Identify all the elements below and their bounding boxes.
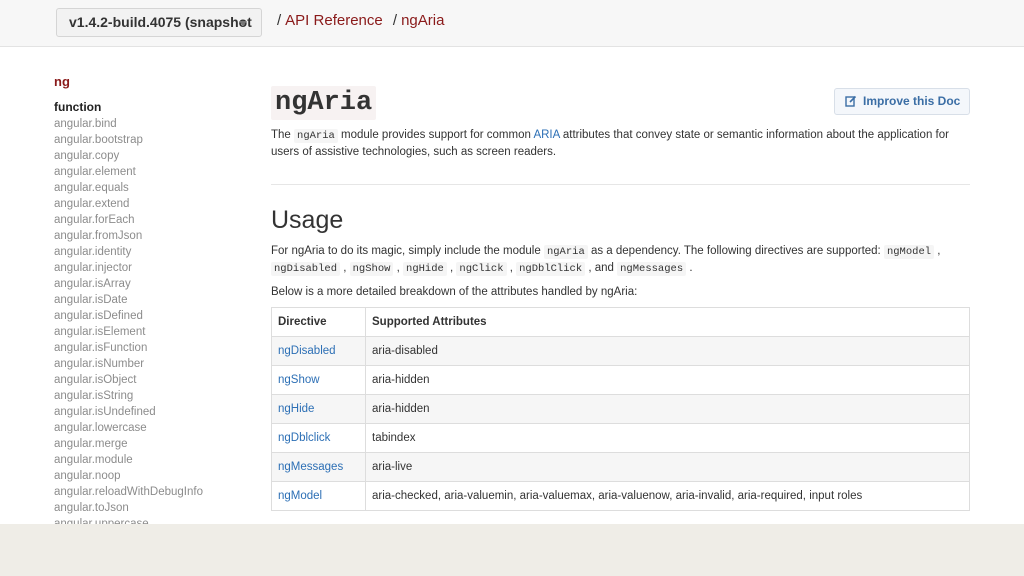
sidebar-item[interactable]: angular.toJson <box>54 500 244 516</box>
sidebar-item[interactable]: angular.reloadWithDebugInfo <box>54 484 244 500</box>
sidebar-item[interactable]: angular.lowercase <box>54 420 244 436</box>
chevron-down-icon <box>239 21 247 26</box>
browser-viewport: v1.4.2-build.4075 (snapshot / API Referen… <box>0 0 1024 524</box>
table-row: ngModel aria-checked, aria-valuemin, aria… <box>271 481 970 511</box>
table-header-row: Directive Supported Attributes <box>271 307 970 337</box>
sidebar-item[interactable]: angular.module <box>54 452 244 468</box>
sidebar-item[interactable]: angular.isNumber <box>54 356 244 372</box>
sidebar-item[interactable]: angular.bind <box>54 116 244 132</box>
supported-attributes-cell: aria-hidden <box>365 365 970 395</box>
directive-link[interactable]: ngMessages <box>271 452 366 482</box>
code-ngmessages: ngMessages <box>617 262 687 276</box>
sidebar-item[interactable]: angular.equals <box>54 180 244 196</box>
api-sidebar: ng function angular.bind angular.bootstra… <box>54 72 244 524</box>
text: . <box>686 262 693 274</box>
text: For ngAria to do its magic, simply inclu… <box>271 245 544 257</box>
sidebar-item-list: angular.bind angular.bootstrap angular.cop… <box>54 116 244 524</box>
text: , <box>393 262 404 274</box>
sidebar-item[interactable]: angular.extend <box>54 196 244 212</box>
sidebar-item[interactable]: angular.noop <box>54 468 244 484</box>
table-row: ngDisabled aria-disabled <box>271 336 970 366</box>
table-row: ngHide aria-hidden <box>271 394 970 424</box>
sidebar-item[interactable]: angular.fromJson <box>54 228 244 244</box>
improve-doc-label: Improve this Doc <box>863 94 961 108</box>
code-ngdblclick: ngDblClick <box>516 262 586 276</box>
version-label: v1.4.2-build.4075 (snapshot <box>69 14 252 30</box>
breadcrumb: / API Reference / ngAria <box>277 12 444 29</box>
column-header-attributes: Supported Attributes <box>365 307 970 337</box>
sidebar-item[interactable]: angular.isDefined <box>54 308 244 324</box>
sidebar-item[interactable]: angular.uppercase <box>54 516 244 524</box>
usage-heading: Usage <box>271 206 344 234</box>
main-content: ngAria Improve this Doc The ngAria modul… <box>271 86 970 511</box>
sidebar-item[interactable]: angular.copy <box>54 148 244 164</box>
section-divider <box>271 184 970 185</box>
directive-link[interactable]: ngHide <box>271 394 366 424</box>
supported-attributes-cell: aria-checked, aria-valuemin, aria-valuem… <box>365 481 970 511</box>
sidebar-item[interactable]: angular.element <box>54 164 244 180</box>
breadcrumb-separator: / <box>277 12 282 29</box>
table-row: ngDblclick tabindex <box>271 423 970 453</box>
sidebar-item[interactable]: angular.isDate <box>54 292 244 308</box>
sidebar-item[interactable]: angular.isUndefined <box>54 404 244 420</box>
directive-link[interactable]: ngShow <box>271 365 366 395</box>
edit-icon <box>845 95 857 107</box>
supported-attributes-cell: aria-disabled <box>365 336 970 366</box>
directive-attributes-table: Directive Supported Attributes ngDisable… <box>271 307 970 511</box>
version-select[interactable]: v1.4.2-build.4075 (snapshot <box>56 8 262 37</box>
intro-paragraph: The ngAria module provides support for c… <box>271 127 970 160</box>
supported-attributes-cell: aria-hidden <box>365 394 970 424</box>
directive-link[interactable]: ngDblclick <box>271 423 366 453</box>
code-ngshow: ngShow <box>349 262 394 276</box>
sidebar-item[interactable]: angular.isObject <box>54 372 244 388</box>
top-navbar: v1.4.2-build.4075 (snapshot / API Referen… <box>0 0 1024 47</box>
code-ngdisabled: ngDisabled <box>271 262 341 276</box>
supported-attributes-cell: aria-live <box>365 452 970 482</box>
code-ngclick: ngClick <box>456 262 507 276</box>
table-body: ngDisabled aria-disabled ngShow aria-hidden… <box>271 336 970 511</box>
breadcrumb-separator: / <box>392 12 398 29</box>
text: as a dependency. The following directive… <box>587 245 884 257</box>
text: , <box>340 262 350 274</box>
breadcrumb-ngaria[interactable]: ngAria <box>401 12 444 29</box>
sidebar-item[interactable]: angular.isFunction <box>54 340 244 356</box>
text: The <box>271 129 295 141</box>
breakdown-paragraph: Below is a more detailed breakdown of th… <box>271 286 638 298</box>
text: , and <box>585 262 618 274</box>
table-row: ngMessages aria-live <box>271 452 970 482</box>
sidebar-item[interactable]: angular.forEach <box>54 212 244 228</box>
sidebar-item[interactable]: angular.bootstrap <box>54 132 244 148</box>
sidebar-item[interactable]: angular.merge <box>54 436 244 452</box>
breadcrumb-api-reference[interactable]: API Reference <box>285 12 383 29</box>
text: , <box>506 262 517 274</box>
page-title: ngAria <box>271 86 377 120</box>
column-header-directive: Directive <box>271 307 366 337</box>
usage-paragraph: For ngAria to do its magic, simply inclu… <box>271 243 970 277</box>
table-row: ngShow aria-hidden <box>271 365 970 395</box>
sidebar-item[interactable]: angular.injector <box>54 260 244 276</box>
sidebar-item[interactable]: angular.isElement <box>54 324 244 340</box>
text: , <box>934 245 941 257</box>
directive-link[interactable]: ngModel <box>271 481 366 511</box>
improve-doc-button[interactable]: Improve this Doc <box>834 88 970 115</box>
sidebar-section-ng[interactable]: ng <box>54 72 244 92</box>
aria-link[interactable]: ARIA <box>533 129 559 141</box>
code-ngmodel: ngModel <box>883 245 935 259</box>
sidebar-group-function[interactable]: function <box>54 98 244 116</box>
supported-attributes-cell: tabindex <box>365 423 970 453</box>
code-ngaria: ngAria <box>294 129 338 143</box>
code-nghide: ngHide <box>403 262 447 276</box>
text: module provides support for common <box>337 129 534 141</box>
sidebar-item[interactable]: angular.isArray <box>54 276 244 292</box>
sidebar-item[interactable]: angular.isString <box>54 388 244 404</box>
directive-link[interactable]: ngDisabled <box>271 336 366 366</box>
sidebar-item[interactable]: angular.identity <box>54 244 244 260</box>
code-ngaria: ngAria <box>543 245 588 259</box>
text: , <box>446 262 457 274</box>
